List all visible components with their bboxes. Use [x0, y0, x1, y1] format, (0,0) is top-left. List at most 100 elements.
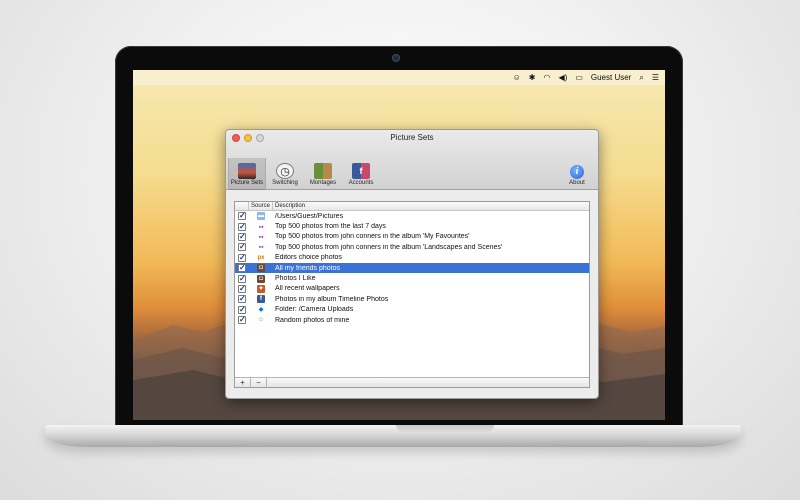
bluetooth-icon[interactable]: ✱	[529, 70, 536, 85]
dropbox-icon: ◆	[258, 306, 264, 313]
row-description: Top 500 photos from the last 7 days	[275, 223, 386, 231]
table-row[interactable]: ✓ f Photos in my album Timeline Photos	[235, 294, 589, 304]
table-row[interactable]: ✓ ◘ Photos I Like	[235, 273, 589, 283]
source-cell: ◘	[249, 264, 273, 273]
wifi-icon[interactable]: ◠	[544, 70, 551, 85]
enabled-checkbox[interactable]: ✓	[238, 264, 246, 273]
tab-accounts[interactable]: f Accounts	[342, 160, 380, 186]
source-cell: ☺	[249, 316, 273, 324]
enabled-checkbox[interactable]: ✓	[238, 222, 246, 231]
row-checkbox-cell: ✓	[235, 253, 249, 262]
row-description: Photos in my album Timeline Photos	[275, 295, 389, 303]
500px-icon: px	[257, 254, 265, 261]
laptop-base	[45, 425, 741, 447]
table-row[interactable]: ✓ ◆ Folder: /Camera Uploads	[235, 305, 589, 315]
column-header-source[interactable]: Source	[249, 202, 273, 210]
table-row[interactable]: ✓ px Editors choice photos	[235, 253, 589, 263]
about-button[interactable]: i About	[562, 165, 592, 186]
toolbar: Picture Sets ◷ Switching Montages f Acco…	[226, 144, 598, 190]
remove-button[interactable]: −	[251, 378, 267, 387]
picture-sets-window: Picture Sets Picture Sets ◷ Switching Mo…	[225, 129, 599, 399]
source-cell: ✦	[249, 284, 273, 293]
wallpapers-icon: ✦	[257, 284, 265, 293]
tab-label: Picture Sets	[230, 180, 264, 186]
row-checkbox-cell: ✓	[235, 232, 249, 241]
source-cell: f	[249, 295, 273, 304]
row-description: Top 500 photos from john conners in the …	[275, 233, 470, 241]
tab-label: Accounts	[348, 180, 374, 186]
source-cell: px	[249, 254, 273, 262]
enabled-checkbox[interactable]: ✓	[238, 295, 246, 304]
table-row[interactable]: ✓ ▬ /Users/Guest/Pictures	[235, 211, 589, 221]
table-row[interactable]: ✓ ☺ Random photos of mine	[235, 315, 589, 325]
menubar: ☺ ✱ ◠ ◀) ▭ Guest User ⌕ ☰	[133, 70, 665, 85]
battery-icon[interactable]: ▭	[575, 70, 583, 85]
source-cell: ●●	[249, 233, 273, 241]
row-description: All recent wallpapers	[275, 285, 340, 293]
row-description: Top 500 photos from john conners in the …	[275, 243, 503, 251]
row-checkbox-cell: ✓	[235, 222, 249, 231]
folder-icon: ▬	[257, 212, 265, 221]
table-row[interactable]: ✓ ●● Top 500 photos from the last 7 days	[235, 221, 589, 231]
window-title: Picture Sets	[390, 133, 434, 142]
row-checkbox-cell: ✓	[235, 264, 249, 273]
flickr-icon: ●●	[258, 223, 264, 229]
add-button[interactable]: +	[235, 378, 251, 387]
enabled-checkbox[interactable]: ✓	[238, 274, 246, 283]
tab-switching[interactable]: ◷ Switching	[266, 160, 304, 186]
row-checkbox-cell: ✓	[235, 316, 249, 325]
table-row[interactable]: ✓ ●● Top 500 photos from john conners in t…	[235, 232, 589, 242]
search-icon[interactable]: ⌕	[639, 70, 643, 85]
tab-label: Switching	[272, 180, 298, 186]
laptop-lid: ☺ ✱ ◠ ◀) ▭ Guest User ⌕ ☰ Picture Sets P…	[115, 46, 683, 428]
table-row[interactable]: ✓ ✦ All recent wallpapers	[235, 284, 589, 294]
tab-montages[interactable]: Montages	[304, 160, 342, 186]
titlebar: Picture Sets Picture Sets ◷ Switching Mo…	[226, 130, 598, 190]
info-icon: i	[570, 165, 584, 179]
montage-icon	[314, 163, 332, 179]
source-cell: ◘	[249, 274, 273, 283]
enabled-checkbox[interactable]: ✓	[238, 232, 246, 241]
row-description: /Users/Guest/Pictures	[275, 212, 344, 220]
enabled-checkbox[interactable]: ✓	[238, 253, 246, 262]
random-icon: ☺	[257, 317, 265, 324]
row-description: Photos I Like	[275, 275, 316, 283]
flickr-icon: ●●	[258, 233, 264, 239]
enabled-checkbox[interactable]: ✓	[238, 284, 246, 293]
enabled-checkbox[interactable]: ✓	[238, 212, 246, 221]
instagram-icon: ◘	[257, 264, 265, 273]
smiley-icon[interactable]: ☺	[513, 70, 521, 85]
row-checkbox-cell: ✓	[235, 274, 249, 283]
table-footer: + −	[235, 377, 589, 387]
volume-icon[interactable]: ◀)	[558, 70, 567, 85]
about-label: About	[569, 180, 585, 186]
picture-sets-table: Source Description ✓ ▬ /Users/Guest/Pictur…	[234, 201, 590, 388]
row-checkbox-cell: ✓	[235, 284, 249, 293]
tab-label: Montages	[309, 180, 337, 186]
row-description: Editors choice photos	[275, 254, 342, 262]
facebook-icon: f	[257, 295, 265, 304]
screen: ☺ ✱ ◠ ◀) ▭ Guest User ⌕ ☰ Picture Sets P…	[133, 70, 665, 420]
tab-picture-sets[interactable]: Picture Sets	[228, 158, 266, 190]
table-body: ✓ ▬ /Users/Guest/Pictures ✓ ●● Top 500 photos…	[235, 211, 589, 325]
column-header-check[interactable]	[235, 202, 249, 210]
accounts-icon: f	[352, 163, 370, 179]
enabled-checkbox[interactable]: ✓	[238, 305, 246, 314]
instagram-icon: ◘	[257, 274, 265, 283]
source-cell: ▬	[249, 212, 273, 221]
list-icon[interactable]: ☰	[652, 70, 659, 85]
table-header: Source Description	[235, 202, 589, 211]
column-header-description[interactable]: Description	[273, 202, 589, 210]
table-row[interactable]: ✓ ●● Top 500 photos from john conners in t…	[235, 242, 589, 252]
picture-sets-icon	[238, 163, 256, 179]
enabled-checkbox[interactable]: ✓	[238, 316, 246, 325]
source-cell: ◆	[249, 306, 273, 314]
clock-icon: ◷	[276, 163, 294, 179]
menubar-user[interactable]: Guest User	[591, 73, 631, 82]
row-checkbox-cell: ✓	[235, 243, 249, 252]
flickr-icon: ●●	[258, 244, 264, 250]
row-checkbox-cell: ✓	[235, 295, 249, 304]
row-checkbox-cell: ✓	[235, 305, 249, 314]
table-row[interactable]: ✓ ◘ All my friends photos	[235, 262, 589, 274]
enabled-checkbox[interactable]: ✓	[238, 243, 246, 252]
